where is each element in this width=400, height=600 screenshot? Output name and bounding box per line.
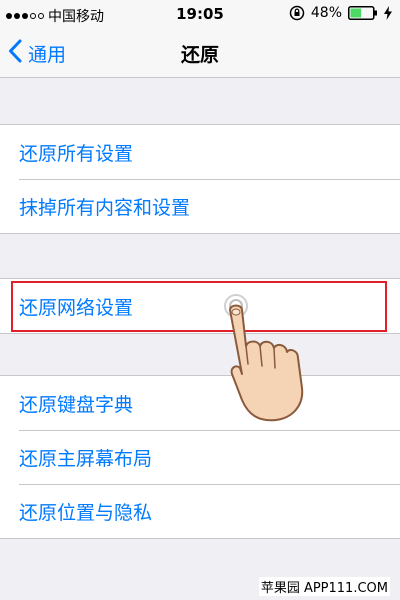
back-button[interactable]: 通用 [8,38,66,68]
reset-keyboard-dictionary-row[interactable]: 还原键盘字典 [0,376,400,430]
reset-group-1: 还原所有设置 抹掉所有内容和设置 [0,124,400,234]
status-right: 48% [289,5,392,21]
chevron-left-icon [8,39,22,68]
erase-all-content-row[interactable]: 抹掉所有内容和设置 [0,179,400,233]
watermark: 苹果园 APP111.COM [258,577,390,596]
reset-all-settings-row[interactable]: 还原所有设置 [0,125,400,179]
reset-network-settings-row[interactable]: 还原网络设置 [0,279,400,333]
navigation-bar: 通用 还原 [0,28,400,78]
status-bar: 中国移动 19:05 48% [0,0,400,28]
rotation-lock-icon [289,5,305,21]
back-label: 通用 [28,43,67,66]
reset-location-privacy-row[interactable]: 还原位置与隐私 [0,484,400,538]
charging-icon [384,6,392,20]
battery-percent: 48% [310,5,342,21]
reset-home-screen-layout-row[interactable]: 还原主屏幕布局 [0,430,400,484]
battery-icon [348,6,378,20]
reset-group-3: 还原键盘字典 还原主屏幕布局 还原位置与隐私 [0,375,400,539]
reset-group-2: 还原网络设置 [0,278,400,334]
